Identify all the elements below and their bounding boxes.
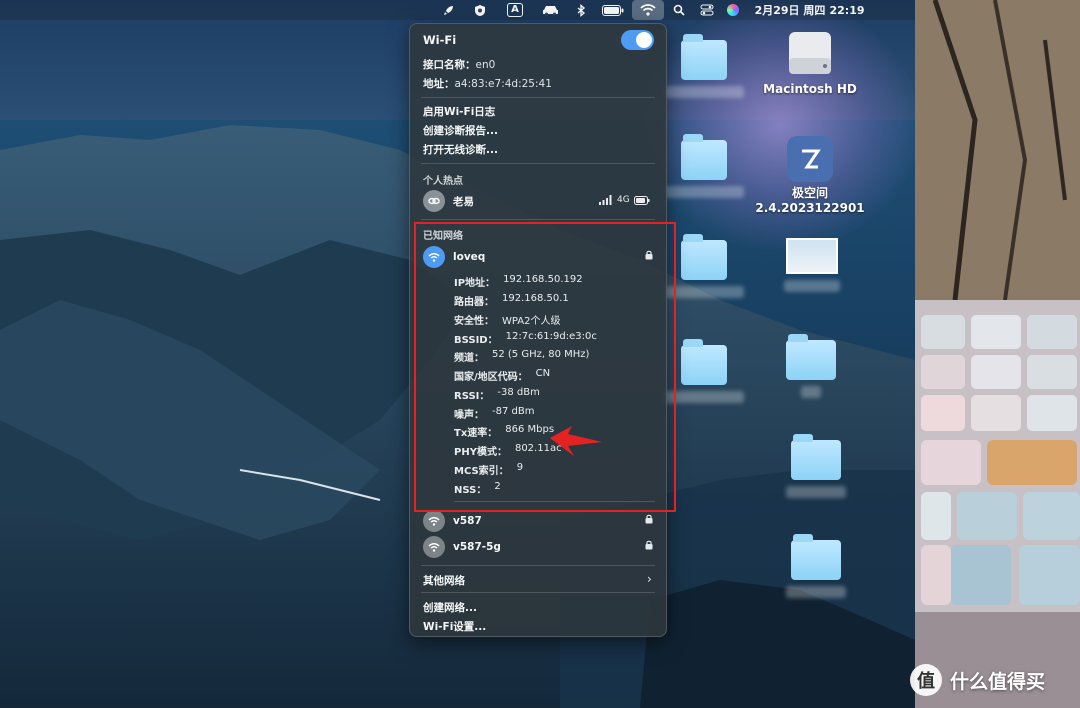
hotspot-header: 个人热点 [423, 176, 463, 187]
hotspot-signal-type: 4G [617, 195, 630, 205]
network-item-v587-5g[interactable]: v587-5g [423, 536, 501, 558]
menubar-time[interactable]: 22:19 [828, 0, 866, 20]
network-name: v587 [453, 515, 482, 527]
watermark-text: 什么值得买 [950, 670, 1046, 693]
bluetooth-icon[interactable] [572, 0, 590, 20]
control-center-icon[interactable] [697, 0, 717, 20]
input-method-icon[interactable]: A [504, 0, 526, 20]
app-label-version: 2.4.2023122901 [755, 201, 865, 215]
desk-keyboard-photo [915, 0, 1080, 708]
menu-create-network[interactable]: 创建网络... [423, 600, 477, 615]
wifi-icon [423, 510, 445, 532]
shield-icon[interactable] [470, 0, 490, 20]
hotspot-item[interactable]: 老易 [423, 190, 474, 212]
menubar-date[interactable]: 2月29日 周四 [752, 0, 828, 20]
app-icon-zspace[interactable]: 极空间 2.4.2023122901 [752, 136, 868, 216]
hard-drive-icon [789, 32, 831, 74]
lock-icon [645, 540, 653, 553]
desktop-folder[interactable] [786, 534, 846, 598]
car-icon[interactable] [538, 0, 562, 20]
network-item-v587[interactable]: v587 [423, 510, 482, 532]
address-label: 地址： [423, 78, 455, 90]
wifi-title: Wi-Fi [423, 33, 457, 47]
macintosh-hd-drive[interactable]: Macintosh HD [760, 28, 860, 97]
search-icon[interactable] [670, 0, 688, 20]
desktop-folder[interactable] [786, 434, 846, 498]
wifi-icon [423, 536, 445, 558]
desktop-folder[interactable] [664, 34, 744, 98]
menu-open-wireless-diagnostics[interactable]: 打开无线诊断... [423, 142, 498, 157]
lock-icon [645, 514, 653, 527]
battery-icon[interactable] [600, 0, 626, 20]
hotspot-status: 4G [599, 195, 650, 205]
watermark-logo: 值 [910, 664, 942, 696]
wifi-menu-icon[interactable] [632, 0, 664, 20]
image-thumbnail [786, 238, 838, 274]
rocket-icon[interactable] [438, 0, 458, 20]
hotspot-battery-icon [633, 196, 650, 205]
separator [421, 592, 655, 593]
desktop-image-file[interactable] [784, 238, 840, 292]
toggle-knob [636, 32, 652, 48]
cellular-signal-icon [599, 195, 612, 205]
zspace-app-icon [787, 136, 833, 182]
menu-create-diagnostics-report[interactable]: 创建诊断报告... [423, 123, 498, 138]
separator [421, 565, 655, 566]
menu-wifi-settings[interactable]: Wi-Fi设置... [423, 619, 486, 634]
siri-icon[interactable] [724, 0, 742, 20]
menu-other-networks[interactable]: 其他网络 [423, 573, 465, 588]
desktop-folder[interactable] [664, 234, 744, 298]
menu-enable-wifi-log[interactable]: 启用Wi-Fi日志 [423, 104, 495, 119]
address-row: 地址： a4:83:e7:4d:25:41 [423, 76, 552, 91]
interface-label: 接口名称： [423, 59, 476, 71]
network-name: v587-5g [453, 541, 501, 553]
address-value: a4:83:e7:4d:25:41 [454, 77, 552, 90]
annotation-arrow-icon [550, 426, 602, 456]
hotspot-link-icon [423, 190, 445, 212]
desktop-folder[interactable] [786, 334, 836, 398]
app-label-name: 极空间 [791, 186, 828, 200]
chevron-right-icon[interactable]: › [647, 572, 652, 586]
interface-value: en0 [475, 58, 496, 71]
separator [421, 163, 655, 164]
watermark: 值 什么值得买 [910, 664, 1045, 696]
desktop-folder[interactable] [664, 134, 744, 198]
drive-label: Macintosh HD [763, 82, 857, 96]
hotspot-name: 老易 [453, 195, 474, 208]
annotation-highlight-box [414, 222, 676, 512]
desktop-folder[interactable] [664, 339, 744, 403]
separator [421, 97, 655, 98]
menubar: A 2月29日 周四 22:19 [0, 0, 915, 20]
separator [421, 219, 655, 220]
wifi-toggle[interactable] [621, 30, 654, 50]
interface-row: 接口名称： en0 [423, 57, 495, 72]
